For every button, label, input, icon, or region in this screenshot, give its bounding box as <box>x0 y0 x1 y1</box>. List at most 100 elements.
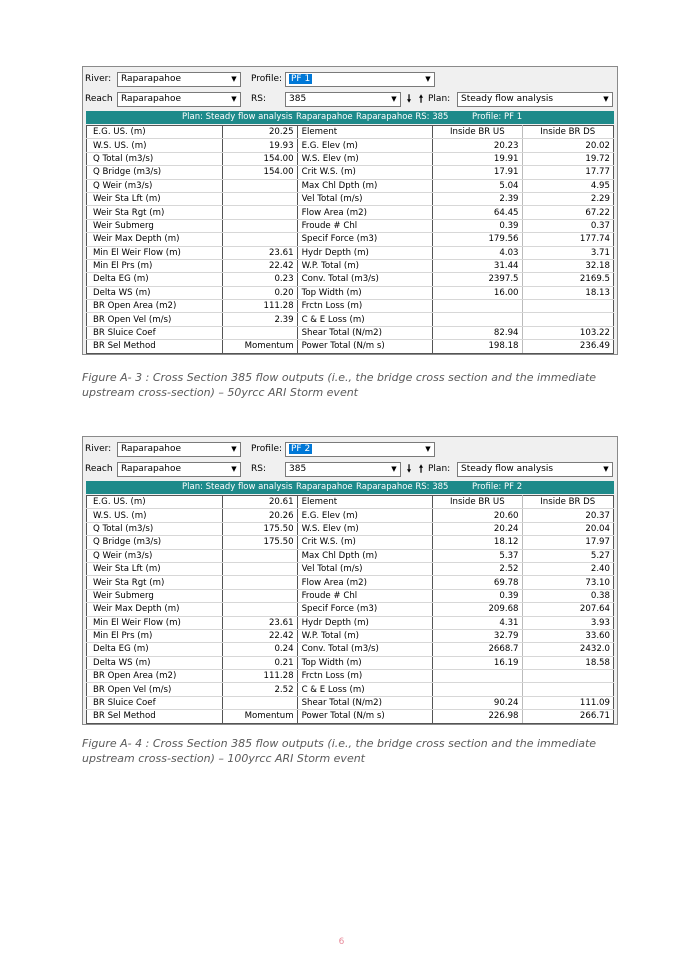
table-cell: 69.78 <box>432 575 523 590</box>
table-cell: Inside BR US <box>432 494 523 510</box>
table-cell: 0.38 <box>522 589 615 604</box>
rs-select[interactable]: 385 ▼ <box>285 462 401 477</box>
table-cell <box>222 179 298 193</box>
table-cell: 4.31 <box>432 616 523 630</box>
plan-label: Plan: <box>428 464 451 474</box>
dropdown-arrow-icon: ▼ <box>231 465 237 473</box>
table-cell: 103.22 <box>522 326 615 341</box>
table-cell: 73.10 <box>522 575 615 590</box>
table-row: Weir Max Depth (m) Specif Force (m3) 209.6… <box>86 602 615 617</box>
table-cell: 16.19 <box>432 656 523 671</box>
plan-value: Steady flow analysis <box>461 94 554 104</box>
table-row: Delta EG (m) 0.23 Conv. Total (m3/s) 2397.5… <box>86 272 615 287</box>
table-cell: BR Open Area (m2) <box>86 299 223 314</box>
river-label: River: <box>85 74 112 84</box>
output-table-body: E.G. US. (m) 20.25 Element Inside BR US Insi… <box>86 124 615 354</box>
table-cell: 5.37 <box>432 549 523 563</box>
table-cell: 20.60 <box>432 508 523 523</box>
table-cell: 82.94 <box>432 326 523 341</box>
table-cell: Min El Prs (m) <box>86 259 223 274</box>
table-cell: 2.52 <box>432 562 523 577</box>
table-cell: Frctn Loss (m) <box>297 299 434 314</box>
plan-select[interactable]: Steady flow analysis ▼ <box>457 462 613 477</box>
river-select[interactable]: Raparapahoe ▼ <box>117 442 241 457</box>
reach-value: Raparapahoe <box>121 94 181 104</box>
table-cell: BR Open Vel (m/s) <box>86 682 223 697</box>
table-cell: 33.60 <box>522 629 615 644</box>
table-row: Weir Sta Lft (m) Vel Total (m/s) 2.52 2.40 <box>86 562 615 577</box>
river-value: Raparapahoe <box>121 74 181 84</box>
up-arrow-icon[interactable]: 🠕 <box>416 92 426 107</box>
table-cell: Weir Submerg <box>86 589 223 604</box>
table-cell: 0.39 <box>432 219 523 234</box>
table-cell: Min El Weir Flow (m) <box>86 246 223 260</box>
plan-label: Plan: <box>428 94 451 104</box>
dropdown-arrow-icon: ▼ <box>391 465 397 473</box>
table-row: Q Bridge (m3/s) 175.50 Crit W.S. (m) 18.12 1… <box>86 535 615 550</box>
profile-select[interactable]: PF 1 ▼ <box>285 72 435 87</box>
table-cell: Delta WS (m) <box>86 656 223 671</box>
rs-select[interactable]: 385 ▼ <box>285 92 401 107</box>
table-cell: Hydr Depth (m) <box>297 246 434 260</box>
table-cell <box>432 682 523 697</box>
table-cell: 111.09 <box>522 696 615 711</box>
plan-title-bar: Plan: Steady flow analysis Raparapahoe R… <box>86 481 614 494</box>
table-cell: E.G. Elev (m) <box>297 138 434 153</box>
table-cell: Inside BR DS <box>522 124 615 140</box>
table-cell: Shear Total (N/m2) <box>297 696 434 711</box>
table-cell: Inside BR US <box>432 124 523 140</box>
table-row: Weir Submerg Froude # Chl 0.39 0.37 <box>86 219 615 234</box>
table-cell: 31.44 <box>432 259 523 274</box>
table-cell: W.P. Total (m) <box>297 629 434 644</box>
table-cell: BR Sluice Coef <box>86 326 223 341</box>
table-row: Q Total (m3/s) 154.00 W.S. Elev (m) 19.91 19… <box>86 152 615 167</box>
up-arrow-icon[interactable]: 🠕 <box>416 462 426 477</box>
table-cell: Conv. Total (m3/s) <box>297 642 434 657</box>
river-select[interactable]: Raparapahoe ▼ <box>117 72 241 87</box>
table-row: Q Weir (m3/s) Max Chl Dpth (m) 5.04 4.95 <box>86 179 615 193</box>
table-row: Min El Weir Flow (m) 23.61 Hydr Depth (m) 4… <box>86 616 615 630</box>
down-arrow-icon[interactable]: 🠗 <box>404 462 414 477</box>
table-cell: Power Total (N/m s) <box>297 339 434 354</box>
table-row: Q Weir (m3/s) Max Chl Dpth (m) 5.37 5.27 <box>86 549 615 563</box>
table-cell: Vel Total (m/s) <box>297 562 434 577</box>
table-cell <box>522 669 615 684</box>
table-cell: C & E Loss (m) <box>297 312 434 327</box>
table-cell <box>432 299 523 314</box>
table-cell: 2.52 <box>222 682 298 697</box>
table-cell <box>222 326 298 341</box>
table-cell <box>222 562 298 577</box>
table-cell: 20.02 <box>522 138 615 153</box>
table-cell: 18.12 <box>432 535 523 550</box>
table-cell: 154.00 <box>222 165 298 180</box>
table-cell: E.G. US. (m) <box>86 124 223 140</box>
table-cell: Delta EG (m) <box>86 642 223 657</box>
plan-select[interactable]: Steady flow analysis ▼ <box>457 92 613 107</box>
table-cell: BR Open Vel (m/s) <box>86 312 223 327</box>
table-row: W.S. US. (m) 20.26 E.G. Elev (m) 20.60 20.37 <box>86 508 615 523</box>
reach-select[interactable]: Raparapahoe ▼ <box>117 462 241 477</box>
table-row: Delta WS (m) 0.21 Top Width (m) 16.19 18.58 <box>86 656 615 671</box>
table-cell: 0.37 <box>522 219 615 234</box>
table-cell: 20.24 <box>432 522 523 537</box>
profile-label: Profile: <box>251 444 283 454</box>
table-row: Min El Prs (m) 22.42 W.P. Total (m) 31.44 32… <box>86 259 615 274</box>
river-label: River: <box>85 444 112 454</box>
down-arrow-icon[interactable]: 🠗 <box>404 92 414 107</box>
table-cell: 2668.7 <box>432 642 523 657</box>
table-cell: Weir Sta Rgt (m) <box>86 575 223 590</box>
table-cell: 154.00 <box>222 152 298 167</box>
table-cell: 2.29 <box>522 192 615 207</box>
output-table: E.G. US. (m) 20.25 Element Inside BR US Insi… <box>86 124 615 354</box>
table-cell: Q Bridge (m3/s) <box>86 535 223 550</box>
table-cell: Min El Prs (m) <box>86 629 223 644</box>
table-cell: Inside BR DS <box>522 494 615 510</box>
table-cell: 20.26 <box>222 508 298 523</box>
table-cell: Top Width (m) <box>297 656 434 671</box>
table-cell <box>222 589 298 604</box>
reach-select[interactable]: Raparapahoe ▼ <box>117 92 241 107</box>
table-row: Weir Sta Lft (m) Vel Total (m/s) 2.39 2.29 <box>86 192 615 207</box>
table-row: Min El Weir Flow (m) 23.61 Hydr Depth (m) 4… <box>86 246 615 260</box>
profile-select[interactable]: PF 2 ▼ <box>285 442 435 457</box>
table-cell: 175.50 <box>222 522 298 537</box>
